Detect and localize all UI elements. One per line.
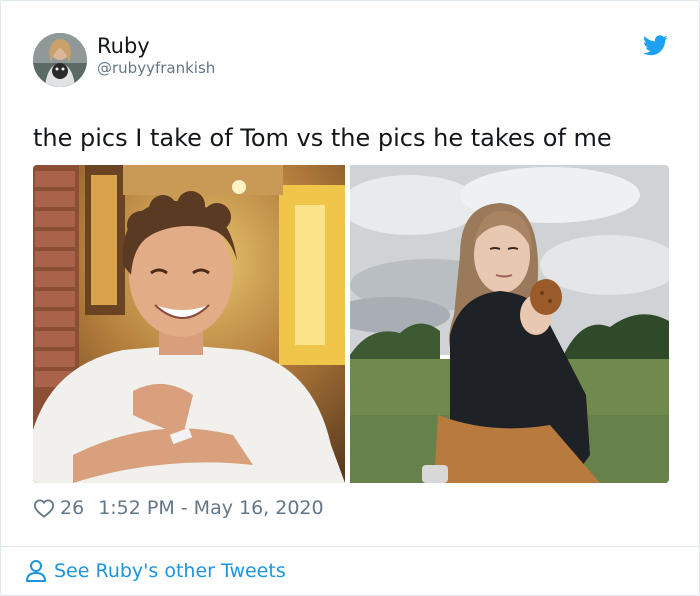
tweet-text: the pics I take of Tom vs the pics he ta… (33, 124, 612, 152)
see-other-tweets-link[interactable]: See Ruby's other Tweets (25, 558, 286, 584)
tweet-photo-left[interactable] (33, 165, 345, 483)
footer-divider (1, 546, 699, 547)
see-other-tweets-label[interactable]: See Ruby's other Tweets (54, 560, 286, 582)
person-icon (25, 559, 47, 583)
tweet-meta: 26 1:52 PM - May 16, 2020 (33, 495, 324, 521)
tweet-timestamp[interactable]: 1:52 PM - May 16, 2020 (98, 497, 323, 519)
embedded-tweet-card: Ruby @rubyyfrankish the pics I take of T… (0, 0, 700, 596)
tweet-photo-right[interactable] (350, 165, 669, 483)
author-name[interactable]: Ruby (97, 33, 150, 59)
like-count[interactable]: 26 (60, 497, 84, 519)
author-handle[interactable]: @rubyyfrankish (97, 59, 215, 77)
author-avatar[interactable] (33, 33, 87, 87)
heart-outline-icon[interactable] (33, 498, 55, 518)
twitter-bird-icon[interactable] (643, 35, 668, 56)
